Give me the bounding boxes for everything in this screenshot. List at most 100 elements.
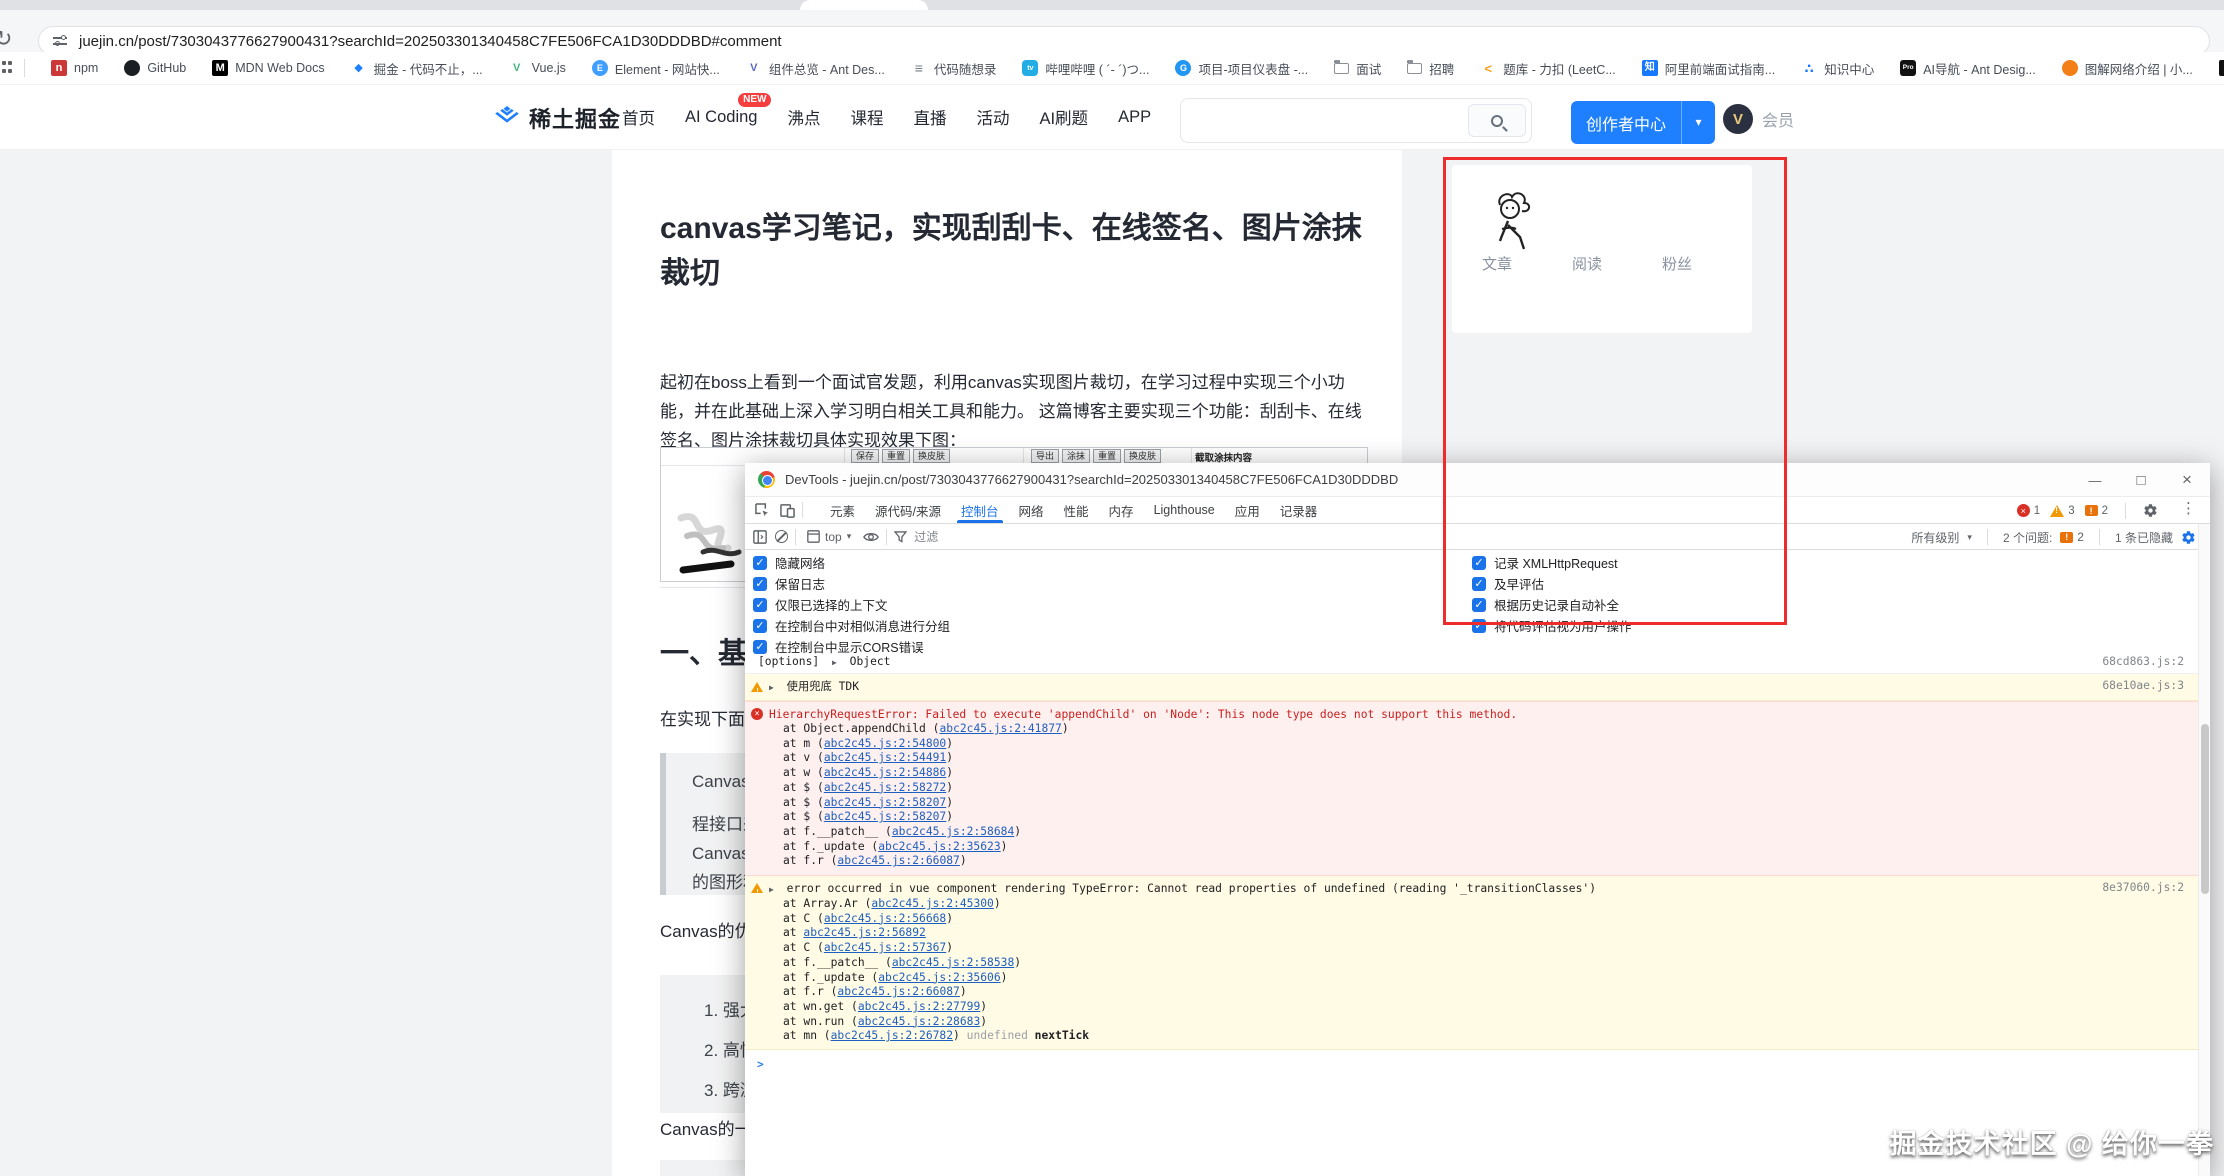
devtools-titlebar[interactable]: DevTools - juejin.cn/post/73030437766279… bbox=[745, 463, 2210, 497]
chevron-down-icon[interactable]: ▾ bbox=[1681, 101, 1715, 144]
stat-label[interactable]: 阅读 bbox=[1542, 253, 1632, 274]
nav-item[interactable]: 课程 bbox=[850, 105, 883, 129]
source-link[interactable]: abc2c45.js:2:45300 bbox=[871, 897, 993, 910]
minimize-button[interactable]: — bbox=[2072, 463, 2118, 497]
demo-button[interactable]: 重置 bbox=[882, 449, 910, 463]
console-setting[interactable]: ✓ 仅限已选择的上下文 bbox=[753, 594, 950, 615]
console-setting[interactable]: ✓ 记录 XMLHttpRequest bbox=[1472, 552, 1632, 573]
source-link[interactable]: abc2c45.js:2:28683 bbox=[858, 1015, 980, 1028]
checkbox-checked-icon[interactable]: ✓ bbox=[1472, 577, 1486, 591]
bookmark-item[interactable]: 图解网络介绍 | 小... bbox=[2062, 59, 2193, 78]
source-link[interactable]: abc2c45.js:2:35623 bbox=[878, 840, 1000, 853]
nav-item[interactable]: 直播 bbox=[913, 105, 946, 129]
log-levels-dropdown[interactable]: 所有级别 bbox=[1911, 529, 1959, 546]
bookmark-item[interactable]: tv 哔哩哔哩 ( ´- ´)つ... bbox=[1022, 59, 1149, 78]
source-link[interactable]: abc2c45.js:2:58272 bbox=[824, 781, 946, 794]
bookmark-item[interactable]: 招聘 bbox=[1407, 59, 1454, 78]
bookmark-item[interactable]: 知 阿里前端面试指南... bbox=[1642, 59, 1775, 78]
checkbox-checked-icon[interactable]: ✓ bbox=[1472, 556, 1486, 570]
issues-count-icon[interactable]: ! bbox=[2085, 505, 2098, 516]
source-link[interactable]: abc2c45.js:2:58207 bbox=[824, 810, 946, 823]
checkbox-checked-icon[interactable]: ✓ bbox=[1472, 619, 1486, 633]
checkbox-checked-icon[interactable]: ✓ bbox=[753, 577, 767, 591]
member-entry[interactable]: V 会员 bbox=[1723, 104, 1794, 134]
source-link[interactable]: abc2c45.js:2:66087 bbox=[837, 985, 959, 998]
devtools-tab[interactable]: 性能 bbox=[1054, 497, 1099, 523]
console-warning-block[interactable]: ▶ error occurred in vue component render… bbox=[745, 876, 2198, 1050]
bookmark-item[interactable]: E Element - 网站快... bbox=[592, 59, 720, 78]
issues-icon[interactable]: ! bbox=[2060, 532, 2073, 543]
source-link[interactable]: abc2c45.js:2:54800 bbox=[824, 737, 946, 750]
error-count-icon[interactable]: × bbox=[2017, 504, 2030, 517]
checkbox-checked-icon[interactable]: ✓ bbox=[753, 556, 767, 570]
source-link[interactable]: abc2c45.js:2:66087 bbox=[837, 854, 959, 867]
inspect-icon[interactable] bbox=[755, 503, 770, 518]
apps-grid-icon[interactable] bbox=[2, 61, 12, 75]
console-warning-row[interactable]: ▶ 使用兜底 TDK 68e10ae.js:3 bbox=[745, 674, 2198, 701]
maximize-button[interactable]: □ bbox=[2118, 463, 2164, 497]
devtools-tab[interactable]: 元素 bbox=[820, 497, 865, 523]
filter-input[interactable]: 过滤 bbox=[914, 528, 938, 545]
source-link[interactable]: abc2c45.js:2:56892 bbox=[803, 926, 925, 939]
devtools-tab[interactable]: 源代码/来源 bbox=[865, 497, 951, 523]
devtools-tab[interactable]: 控制台 bbox=[951, 497, 1009, 523]
demo-button[interactable]: 涂抹 bbox=[1062, 449, 1090, 463]
bookmark-item[interactable]: ∴ 知识中心 bbox=[1801, 59, 1874, 78]
close-button[interactable]: × bbox=[2164, 463, 2210, 497]
nav-item[interactable]: APP bbox=[1118, 108, 1151, 127]
bookmark-item[interactable]: f. Frontend Develop... bbox=[2219, 60, 2224, 76]
console-setting[interactable]: ✓ 在控制台中对相似消息进行分组 bbox=[753, 615, 950, 636]
device-toolbar-icon[interactable] bbox=[780, 503, 795, 518]
expand-arrow-icon[interactable]: ▶ bbox=[769, 885, 774, 894]
devtools-scrollbar[interactable] bbox=[2198, 524, 2210, 1176]
bookmark-item[interactable]: M MDN Web Docs bbox=[212, 60, 324, 76]
source-link[interactable]: abc2c45.js:2:58207 bbox=[824, 796, 946, 809]
checkbox-checked-icon[interactable]: ✓ bbox=[753, 598, 767, 612]
reload-icon[interactable]: ↻ bbox=[0, 26, 12, 52]
warning-count-icon[interactable] bbox=[2050, 505, 2064, 517]
context-selector[interactable]: top ▾ bbox=[807, 530, 851, 544]
stat-label[interactable]: 粉丝 bbox=[1632, 253, 1722, 274]
demo-button[interactable]: 重置 bbox=[1093, 449, 1121, 463]
settings-gear-icon[interactable] bbox=[2143, 503, 2158, 518]
bookmark-item[interactable]: Pro AI导航 - Ant Desig... bbox=[1900, 59, 2036, 78]
source-link[interactable]: abc2c45.js:2:54886 bbox=[824, 766, 946, 779]
source-link[interactable]: abc2c45.js:2:58538 bbox=[892, 956, 1014, 969]
checkbox-checked-icon[interactable]: ✓ bbox=[753, 619, 767, 633]
bookmark-item[interactable]: V 组件总览 - Ant Des... bbox=[746, 59, 885, 78]
nav-item[interactable]: 活动 bbox=[976, 105, 1009, 129]
search-input[interactable] bbox=[1180, 98, 1532, 143]
source-link[interactable]: 8e37060.js:2 bbox=[2102, 881, 2184, 894]
source-link[interactable]: abc2c45.js:2:56668 bbox=[824, 912, 946, 925]
nav-item[interactable]: AI刷题 bbox=[1039, 105, 1088, 129]
demo-button[interactable]: 换皮肤 bbox=[1124, 449, 1161, 463]
search-button[interactable] bbox=[1468, 104, 1526, 137]
demo-button[interactable]: 保存 bbox=[851, 449, 879, 463]
console-sidebar-icon[interactable] bbox=[753, 530, 767, 544]
source-link[interactable]: abc2c45.js:2:41877 bbox=[939, 722, 1061, 735]
devtools-tab[interactable]: Lighthouse bbox=[1144, 497, 1225, 523]
object-preview[interactable]: Object bbox=[850, 655, 891, 668]
expand-arrow-icon[interactable]: ▶ bbox=[832, 658, 837, 667]
nav-item[interactable]: 沸点 bbox=[787, 105, 820, 129]
console-settings-gear-icon[interactable] bbox=[2181, 530, 2196, 545]
source-link[interactable]: 68cd863.js:2 bbox=[2102, 655, 2184, 668]
bookmark-item[interactable]: GitHub bbox=[124, 60, 186, 76]
console-setting[interactable]: ✓ 隐藏网络 bbox=[753, 552, 950, 573]
bookmark-item[interactable]: ◆ 掘金 - 代码不止，... bbox=[351, 59, 483, 78]
scrollbar-thumb[interactable] bbox=[2201, 724, 2209, 894]
devtools-tab[interactable]: 记录器 bbox=[1270, 497, 1328, 523]
bookmark-item[interactable]: ≡ 代码随想录 bbox=[911, 59, 997, 78]
live-expression-eye-icon[interactable] bbox=[863, 531, 879, 543]
site-settings-icon[interactable] bbox=[53, 35, 69, 47]
filter-funnel-icon[interactable] bbox=[894, 531, 907, 543]
bookmark-item[interactable]: V Vue.js bbox=[509, 60, 566, 76]
chevron-down-icon[interactable]: ▾ bbox=[1967, 532, 1972, 543]
juejin-logo[interactable]: 稀土掘金 bbox=[494, 102, 621, 134]
bookmark-item[interactable]: n npm bbox=[51, 60, 98, 76]
nav-item[interactable]: 首页 bbox=[622, 105, 655, 129]
console-setting[interactable]: ✓ 根据历史记录自动补全 bbox=[1472, 594, 1632, 615]
checkbox-checked-icon[interactable]: ✓ bbox=[1472, 598, 1486, 612]
bookmark-item[interactable]: 面试 bbox=[1334, 59, 1381, 78]
url-text[interactable]: juejin.cn/post/7303043776627900431?searc… bbox=[79, 33, 782, 50]
